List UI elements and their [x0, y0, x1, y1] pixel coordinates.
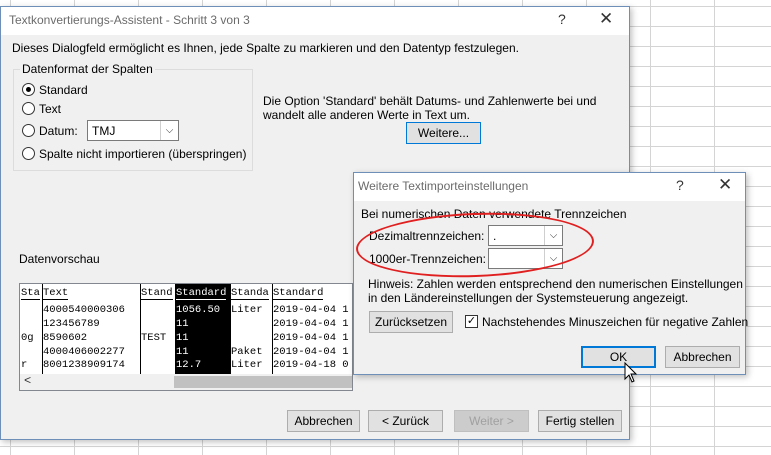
preview-column-header[interactable]: Standard — [176, 286, 227, 300]
radio-datum-label[interactable]: Datum: — [39, 124, 78, 138]
mouse-cursor-icon — [624, 362, 638, 383]
preview-column[interactable]: Text 4000540000306 123456789 8590602 4000406… — [42, 284, 140, 376]
hint-line-1: Hinweis: Zahlen werden entsprechend den … — [368, 277, 743, 291]
preview-cell: 11 — [176, 318, 189, 330]
next-button: Weiter > — [454, 410, 529, 432]
preview-cell: 1056.50 — [176, 304, 221, 316]
trailing-minus-checkbox[interactable]: ✓ — [465, 315, 478, 328]
radio-skip-label[interactable]: Spalte nicht importieren (überspringen) — [39, 147, 246, 161]
close-icon[interactable]: ✕ — [599, 9, 613, 29]
preview-column-header[interactable]: Sta — [21, 286, 40, 300]
preview-cell: 11 — [176, 346, 189, 358]
preview-cell: 2019-04-04 1 — [273, 346, 349, 358]
preview-column-divider — [42, 284, 43, 376]
preview-cell: 2019-04-04 1 — [273, 318, 349, 330]
hint-line-2: in den Ländereinstellungen der Systemste… — [368, 291, 689, 305]
preview-column[interactable]: Standard 2019-04-04 1 2019-04-04 1 2019-04-… — [272, 284, 352, 376]
preview-cell: 12.7 — [176, 359, 202, 371]
preview-cell: 2019-04-18 0 — [273, 359, 349, 371]
preview-column-divider — [175, 284, 176, 376]
preview-cell: 8590602 — [43, 332, 88, 344]
wizard-description: Dieses Dialogfeld ermöglicht es Ihnen, j… — [12, 41, 519, 55]
advanced-titlebar: Weitere Textimporteinstellungen ? ✕ — [354, 173, 745, 201]
close-icon[interactable]: ✕ — [718, 175, 732, 195]
date-format-select[interactable]: TMJ ⌵ — [87, 120, 179, 141]
preview-column-divider — [230, 284, 231, 376]
wizard-title: Textkonvertierungs-Assistent - Schritt 3… — [9, 13, 250, 27]
preview-label: Datenvorschau — [19, 252, 100, 266]
preview-column[interactable]: Stand TEST — [140, 284, 175, 376]
radio-standard-label[interactable]: Standard — [39, 83, 88, 97]
help-icon[interactable]: ? — [676, 177, 684, 193]
preview-cell: 2019-04-04 1 — [273, 304, 349, 316]
preview-column[interactable]: Standard 1056.50 11 11 11 12.7 — [175, 284, 230, 376]
back-button[interactable]: < Zurück — [368, 410, 443, 432]
preview-cell: 11 — [176, 332, 189, 344]
scroll-left-icon[interactable]: < — [24, 374, 31, 388]
preview-cell: TEST — [141, 332, 167, 344]
radio-datum[interactable] — [22, 124, 35, 137]
preview-cell: Liter — [231, 304, 263, 316]
chevron-down-icon[interactable]: ⌵ — [160, 121, 178, 140]
cancel-button[interactable]: Abbrechen — [287, 410, 360, 432]
reset-button[interactable]: Zurücksetzen — [369, 311, 453, 333]
date-format-value: TMJ — [92, 124, 116, 138]
scroll-thumb[interactable] — [174, 376, 352, 388]
preview-column-header[interactable]: Stand — [141, 286, 173, 300]
data-preview[interactable]: Sta 0g r Text 4000540000306 123456789 8590602 4… — [19, 283, 353, 391]
preview-scrollbar[interactable]: < — [20, 374, 352, 390]
column-format-group-label: Datenformat der Spalten — [20, 62, 155, 76]
standard-info-line-2: wandelt alle anderen Werte in Text um. — [263, 108, 471, 122]
radio-text-label[interactable]: Text — [39, 102, 61, 116]
advanced-title: Weitere Textimporteinstellungen — [358, 179, 529, 193]
trailing-minus-label[interactable]: Nachstehendes Minuszeichen für negative … — [482, 315, 748, 329]
radio-skip[interactable] — [22, 147, 35, 160]
preview-column-divider — [272, 284, 273, 376]
radio-text[interactable] — [22, 102, 35, 115]
finish-button[interactable]: Fertig stellen — [538, 410, 622, 432]
preview-cell: 4000406002277 — [43, 346, 125, 358]
preview-column-header[interactable]: Text — [43, 286, 69, 300]
ok-button[interactable]: OK — [581, 346, 656, 368]
radio-standard[interactable] — [22, 83, 35, 96]
preview-column[interactable]: Sta 0g r — [20, 284, 42, 376]
preview-cell: 2019-04-04 1 — [273, 332, 349, 344]
standard-info-line-1: Die Option 'Standard' behält Datums- und… — [263, 94, 597, 108]
weitere-button[interactable]: Weitere... — [406, 122, 481, 144]
help-icon[interactable]: ? — [558, 11, 566, 27]
preview-column-divider — [140, 284, 141, 376]
preview-column-header[interactable]: Standard — [273, 286, 324, 300]
preview-cell: 4000540000306 — [43, 304, 125, 316]
preview-column[interactable]: Standa Liter Paket Liter — [230, 284, 272, 376]
preview-cell: 8001238909174 — [43, 359, 125, 371]
preview-column-header[interactable]: Standa — [231, 286, 269, 300]
preview-cell: r — [21, 359, 28, 371]
wizard-titlebar: Textkonvertierungs-Assistent - Schritt 3… — [1, 7, 629, 35]
advanced-cancel-button[interactable]: Abbrechen — [665, 346, 740, 368]
preview-cell: 123456789 — [43, 318, 100, 330]
preview-cell: Liter — [231, 359, 263, 371]
preview-cell: Paket — [231, 346, 263, 358]
preview-cell: 0g — [21, 332, 34, 344]
